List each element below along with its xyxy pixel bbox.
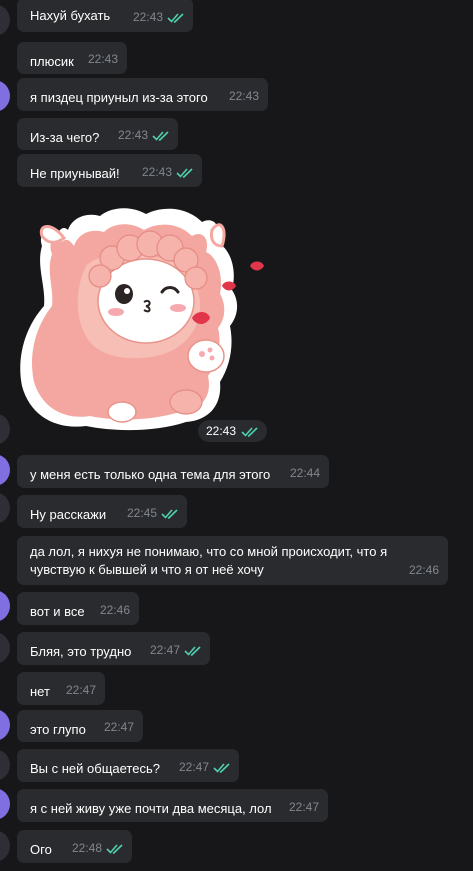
chat-window: Нахуй бухать 22:43 плюсик 22:43 я пиздец… — [0, 0, 473, 871]
double-check-icon — [176, 167, 193, 178]
message-bubble[interactable]: Нахуй бухать 22:43 — [17, 0, 193, 32]
message-time: 22:43 — [132, 10, 163, 24]
double-check-icon — [152, 130, 169, 141]
contact-avatar[interactable] — [0, 80, 10, 112]
message-bubble[interactable]: плюсик 22:43 — [17, 42, 127, 74]
message-bubble[interactable]: Не приунывай! 22:43 — [17, 154, 202, 187]
contact-avatar[interactable] — [0, 632, 10, 664]
message-time: 22:48 — [71, 841, 102, 855]
message-text: Из-за чего? — [30, 130, 100, 145]
message-time: 22:43 — [87, 52, 118, 66]
message-bubble[interactable]: Ого 22:48 — [17, 830, 132, 863]
message-text: плюсик — [30, 54, 74, 69]
message-time: 22:47 — [288, 800, 319, 814]
message-time: 22:45 — [126, 506, 157, 520]
contact-avatar[interactable] — [0, 413, 10, 445]
message-time: 22:46 — [99, 603, 130, 617]
contact-avatar[interactable] — [0, 749, 10, 781]
message-bubble[interactable]: это глупо 22:47 — [17, 710, 143, 742]
message-bubble[interactable]: я с ней живу уже почти два месяца, лол 2… — [17, 789, 328, 822]
message-time: 22:44 — [289, 466, 320, 480]
double-check-icon — [184, 645, 201, 656]
message-time: 22:47 — [65, 683, 96, 697]
message-bubble[interactable]: Бляя, это трудно 22:47 — [17, 632, 210, 665]
message-time: 22:47 — [103, 720, 134, 734]
sticker-meta: 22:43 — [198, 420, 268, 442]
message-bubble[interactable]: Из-за чего? 22:43 — [17, 118, 178, 150]
message-time: 22:46 — [408, 563, 439, 577]
message-text: Вы с ней общаетесь? — [30, 761, 160, 776]
message-time: 22:43 — [141, 165, 172, 179]
contact-avatar[interactable] — [0, 492, 10, 524]
message-text: Нахуй бухать — [30, 8, 111, 23]
message-text: Ну расскажи — [30, 507, 107, 522]
double-check-icon — [213, 762, 230, 773]
double-check-icon — [161, 508, 178, 519]
message-time: 22:47 — [149, 643, 180, 657]
double-check-icon — [106, 843, 123, 854]
contact-avatar[interactable] — [0, 788, 10, 820]
pink-alpaca-kiss-sticker[interactable] — [16, 206, 276, 436]
double-check-icon — [167, 12, 184, 23]
contact-avatar[interactable] — [0, 709, 10, 741]
message-text: Бляя, это трудно — [30, 644, 132, 659]
message-bubble[interactable]: да лол, я нихуя не понимаю, что со мной … — [17, 536, 448, 585]
message-bubble[interactable]: у меня есть только одна тема для этого 2… — [17, 455, 329, 488]
message-text: Не приунывай! — [30, 166, 120, 181]
message-text: это глупо — [30, 722, 86, 737]
contact-avatar[interactable] — [0, 454, 10, 486]
message-time: 22:47 — [178, 760, 209, 774]
message-bubble[interactable]: Ну расскажи 22:45 — [17, 495, 187, 528]
contact-avatar[interactable] — [0, 590, 10, 622]
message-text: да лол, я нихуя не понимаю, что со мной … — [30, 544, 388, 577]
message-time: 22:43 — [206, 424, 237, 438]
message-bubble[interactable]: вот и все 22:46 — [17, 592, 139, 625]
message-bubble[interactable]: Вы с ней общаетесь? 22:47 — [17, 749, 239, 782]
message-text: я пиздец приуныл из-за этого — [30, 90, 208, 105]
contact-avatar[interactable] — [0, 830, 10, 862]
message-text: вот и все — [30, 604, 85, 619]
message-time: 22:43 — [228, 89, 259, 103]
message-text: нет — [30, 684, 50, 699]
message-bubble[interactable]: я пиздец приуныл из-за этого 22:43 — [17, 78, 268, 111]
double-check-icon — [241, 426, 258, 437]
message-text: Ого — [30, 842, 52, 857]
contact-avatar[interactable] — [0, 4, 10, 36]
message-bubble[interactable]: нет 22:47 — [17, 672, 105, 705]
message-text: у меня есть только одна тема для этого — [30, 467, 271, 482]
message-time: 22:43 — [117, 128, 148, 142]
message-text: я с ней живу уже почти два месяца, лол — [30, 801, 272, 816]
